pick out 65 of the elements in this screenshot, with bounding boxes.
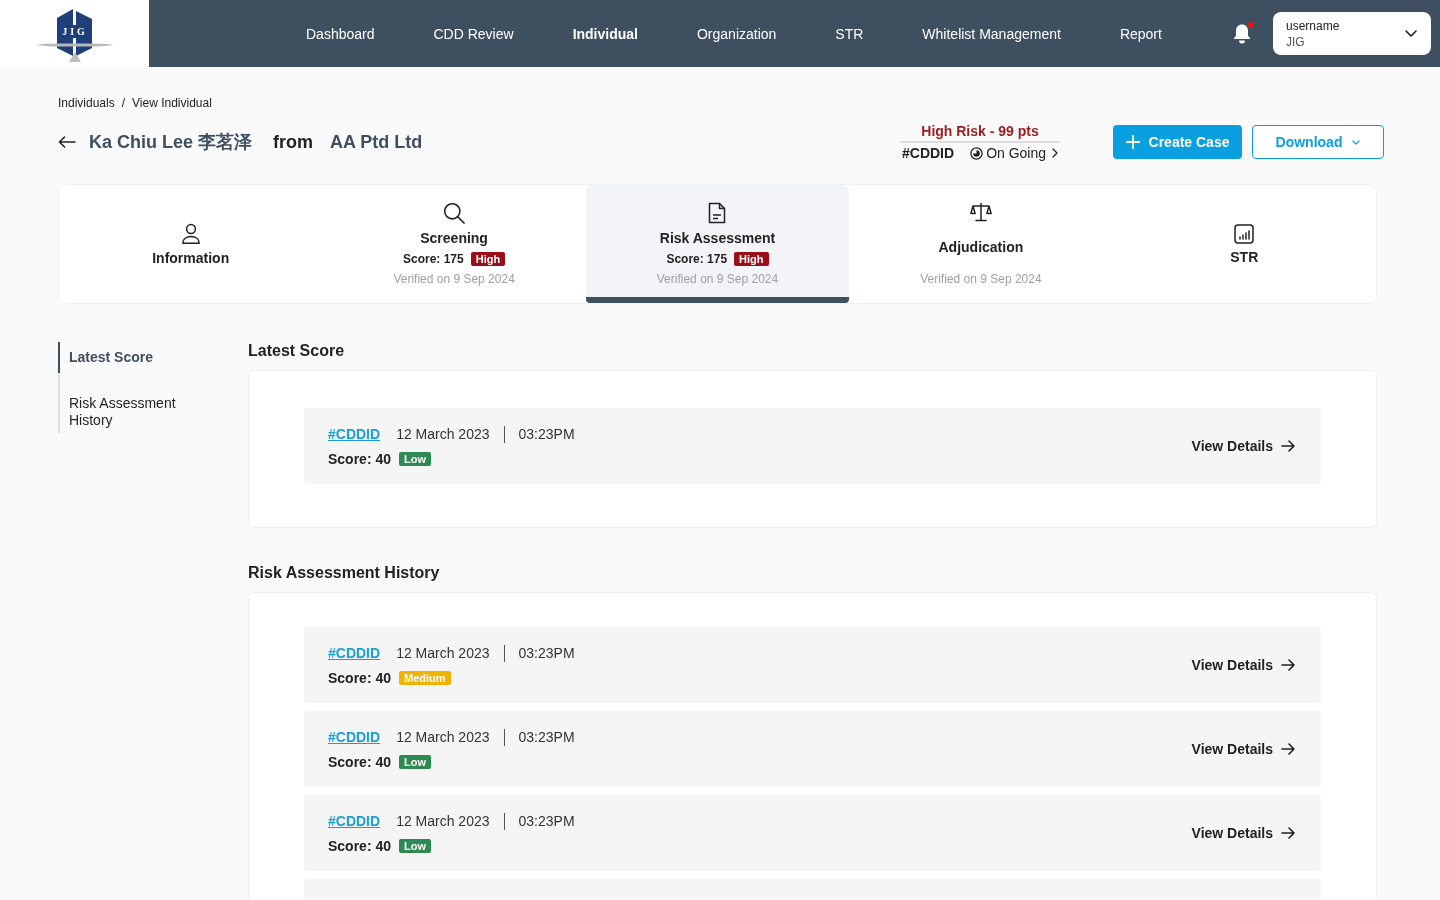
scales-icon <box>969 202 992 222</box>
bell-icon[interactable] <box>1232 22 1252 45</box>
score-text: Score: 40 <box>328 753 392 770</box>
arrow-right-icon <box>1281 440 1295 452</box>
chevron-right-icon <box>1052 148 1059 158</box>
arrow-right-icon <box>1281 827 1295 839</box>
view-details-link[interactable]: View Details <box>1191 438 1295 454</box>
caret-icon <box>1352 139 1361 145</box>
nav-item[interactable]: Individual <box>572 25 638 42</box>
organization-name: AA Ptd Ltd <box>330 131 423 153</box>
breadcrumb-link[interactable]: View Individual <box>132 96 212 110</box>
section-title: Risk Assessment History <box>248 564 441 582</box>
case-id: #CDDID <box>902 145 955 161</box>
section-tab[interactable]: STR <box>1112 185 1376 303</box>
section-tab[interactable]: Risk Assessment Score: 175 High Verified on 9 Sep 2024 <box>585 185 850 303</box>
plus-icon <box>1125 135 1140 149</box>
section-tab[interactable]: Screening Score: 175 High Verified on 9 Sep 2024 <box>322 185 586 303</box>
nav-item[interactable]: STR <box>835 25 864 42</box>
date-text: 12 March 2023 <box>396 729 490 745</box>
case-status-link[interactable]: On Going <box>970 145 1060 161</box>
risk-level-badge: High <box>734 252 769 266</box>
nav-item[interactable]: Report <box>1119 25 1162 42</box>
date-text: 12 March 2023 <box>396 645 490 661</box>
score-text: Score: 40 <box>328 669 392 686</box>
risk-level-badge: Low <box>399 754 432 769</box>
arrow-right-icon <box>1281 743 1295 755</box>
view-details-link[interactable]: View Details <box>1191 825 1295 841</box>
user-menu-button[interactable]: username JIG <box>1273 12 1431 55</box>
search-icon <box>443 202 466 224</box>
view-details-link[interactable]: View Details <box>1191 657 1295 673</box>
arrow-right-icon <box>1281 659 1295 671</box>
risk-level-badge: Medium <box>399 670 451 685</box>
section-tab[interactable]: Information <box>59 185 323 303</box>
bar-chart-icon <box>1234 223 1255 244</box>
from-label: from <box>273 131 314 153</box>
side-nav-item[interactable]: Latest Score <box>58 342 198 373</box>
view-details-link[interactable]: View Details <box>1191 741 1295 757</box>
section-tab[interactable]: Adjudication Verified on 9 Sep 2024 <box>849 185 1113 303</box>
time-text: 03:23PM <box>518 729 575 745</box>
section-title: Latest Score <box>248 342 346 360</box>
progress-circle-icon <box>970 146 984 160</box>
time-text: 03:23PM <box>518 645 575 661</box>
risk-level-badge: Low <box>399 838 432 853</box>
breadcrumb-link[interactable]: Individuals <box>58 96 115 110</box>
risk-summary: High Risk - 99 pts <box>900 123 1060 143</box>
chevron-down-icon <box>1405 30 1417 37</box>
time-text: 03:23PM <box>518 813 575 829</box>
risk-level-badge: Low <box>399 451 432 466</box>
nav-item[interactable]: CDD Review <box>433 25 514 42</box>
person-icon <box>180 222 201 245</box>
company-logo: JIG <box>34 5 115 62</box>
nav-item[interactable]: Dashboard <box>306 25 375 42</box>
nav-item[interactable]: Organization <box>696 25 777 42</box>
back-arrow-icon[interactable] <box>58 136 76 148</box>
score-text: Score: 40 <box>328 837 392 854</box>
person-name: Ka Chiu Lee 李茗泽 <box>89 131 253 154</box>
nav-item[interactable]: Whitelist Management <box>922 25 1061 42</box>
risk-level-badge: High <box>470 252 506 266</box>
date-text: 12 March 2023 <box>396 813 490 829</box>
side-nav-item[interactable]: Risk Assessment History <box>58 373 198 433</box>
breadcrumb-separator: / <box>121 96 126 110</box>
score-text: Score: 40 <box>328 450 392 467</box>
time-text: 03:23PM <box>518 426 575 442</box>
document-icon <box>708 202 727 224</box>
date-text: 12 March 2023 <box>396 426 490 442</box>
